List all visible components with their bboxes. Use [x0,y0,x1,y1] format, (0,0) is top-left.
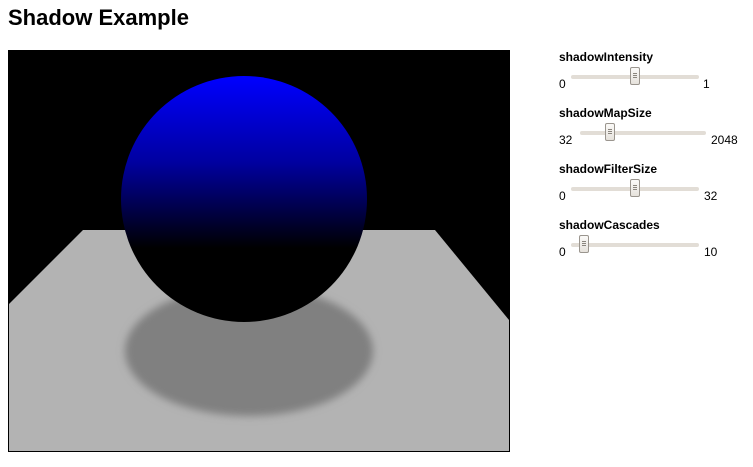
shadow-intensity-max: 1 [703,77,710,91]
render-viewport[interactable] [8,50,510,452]
shadow-cascades-thumb[interactable] [578,235,589,253]
shadow-filter-size-label: shadowFilterSize [559,162,658,176]
shadow-intensity-control: shadowIntensity 0 1 [559,50,749,100]
shadow-intensity-thumb[interactable] [630,67,640,85]
shadow-filter-size-slider[interactable] [571,179,699,197]
shadow-map-size-min: 32 [559,133,573,147]
shadow-map-size-slider[interactable] [580,123,706,141]
shadow-map-size-control: shadowMapSize 32 2048 [559,106,749,156]
shadow-cascades-min: 0 [559,245,566,259]
shadow-cascades-max: 10 [704,245,718,259]
shadow-map-size-label: shadowMapSize [559,106,652,120]
shadow-filter-size-thumb[interactable] [630,179,640,197]
shadow-cascades-control: shadowCascades 0 10 [559,218,749,268]
blue-sphere [121,76,367,322]
scene-canvas [9,51,509,451]
shadow-intensity-min: 0 [559,77,566,91]
shadow-map-size-thumb[interactable] [605,123,615,141]
shadow-map-size-max: 2048 [711,133,738,147]
shadow-intensity-label: shadowIntensity [559,50,654,64]
page-title: Shadow Example [8,5,189,30]
shadow-filter-size-min: 0 [559,189,566,203]
shadow-filter-size-max: 32 [704,189,718,203]
shadow-cascades-label: shadowCascades [559,218,660,232]
shadow-filter-size-control: shadowFilterSize 0 32 [559,162,749,212]
shadow-intensity-slider[interactable] [571,67,699,85]
shadow-cascades-slider[interactable] [571,235,699,253]
